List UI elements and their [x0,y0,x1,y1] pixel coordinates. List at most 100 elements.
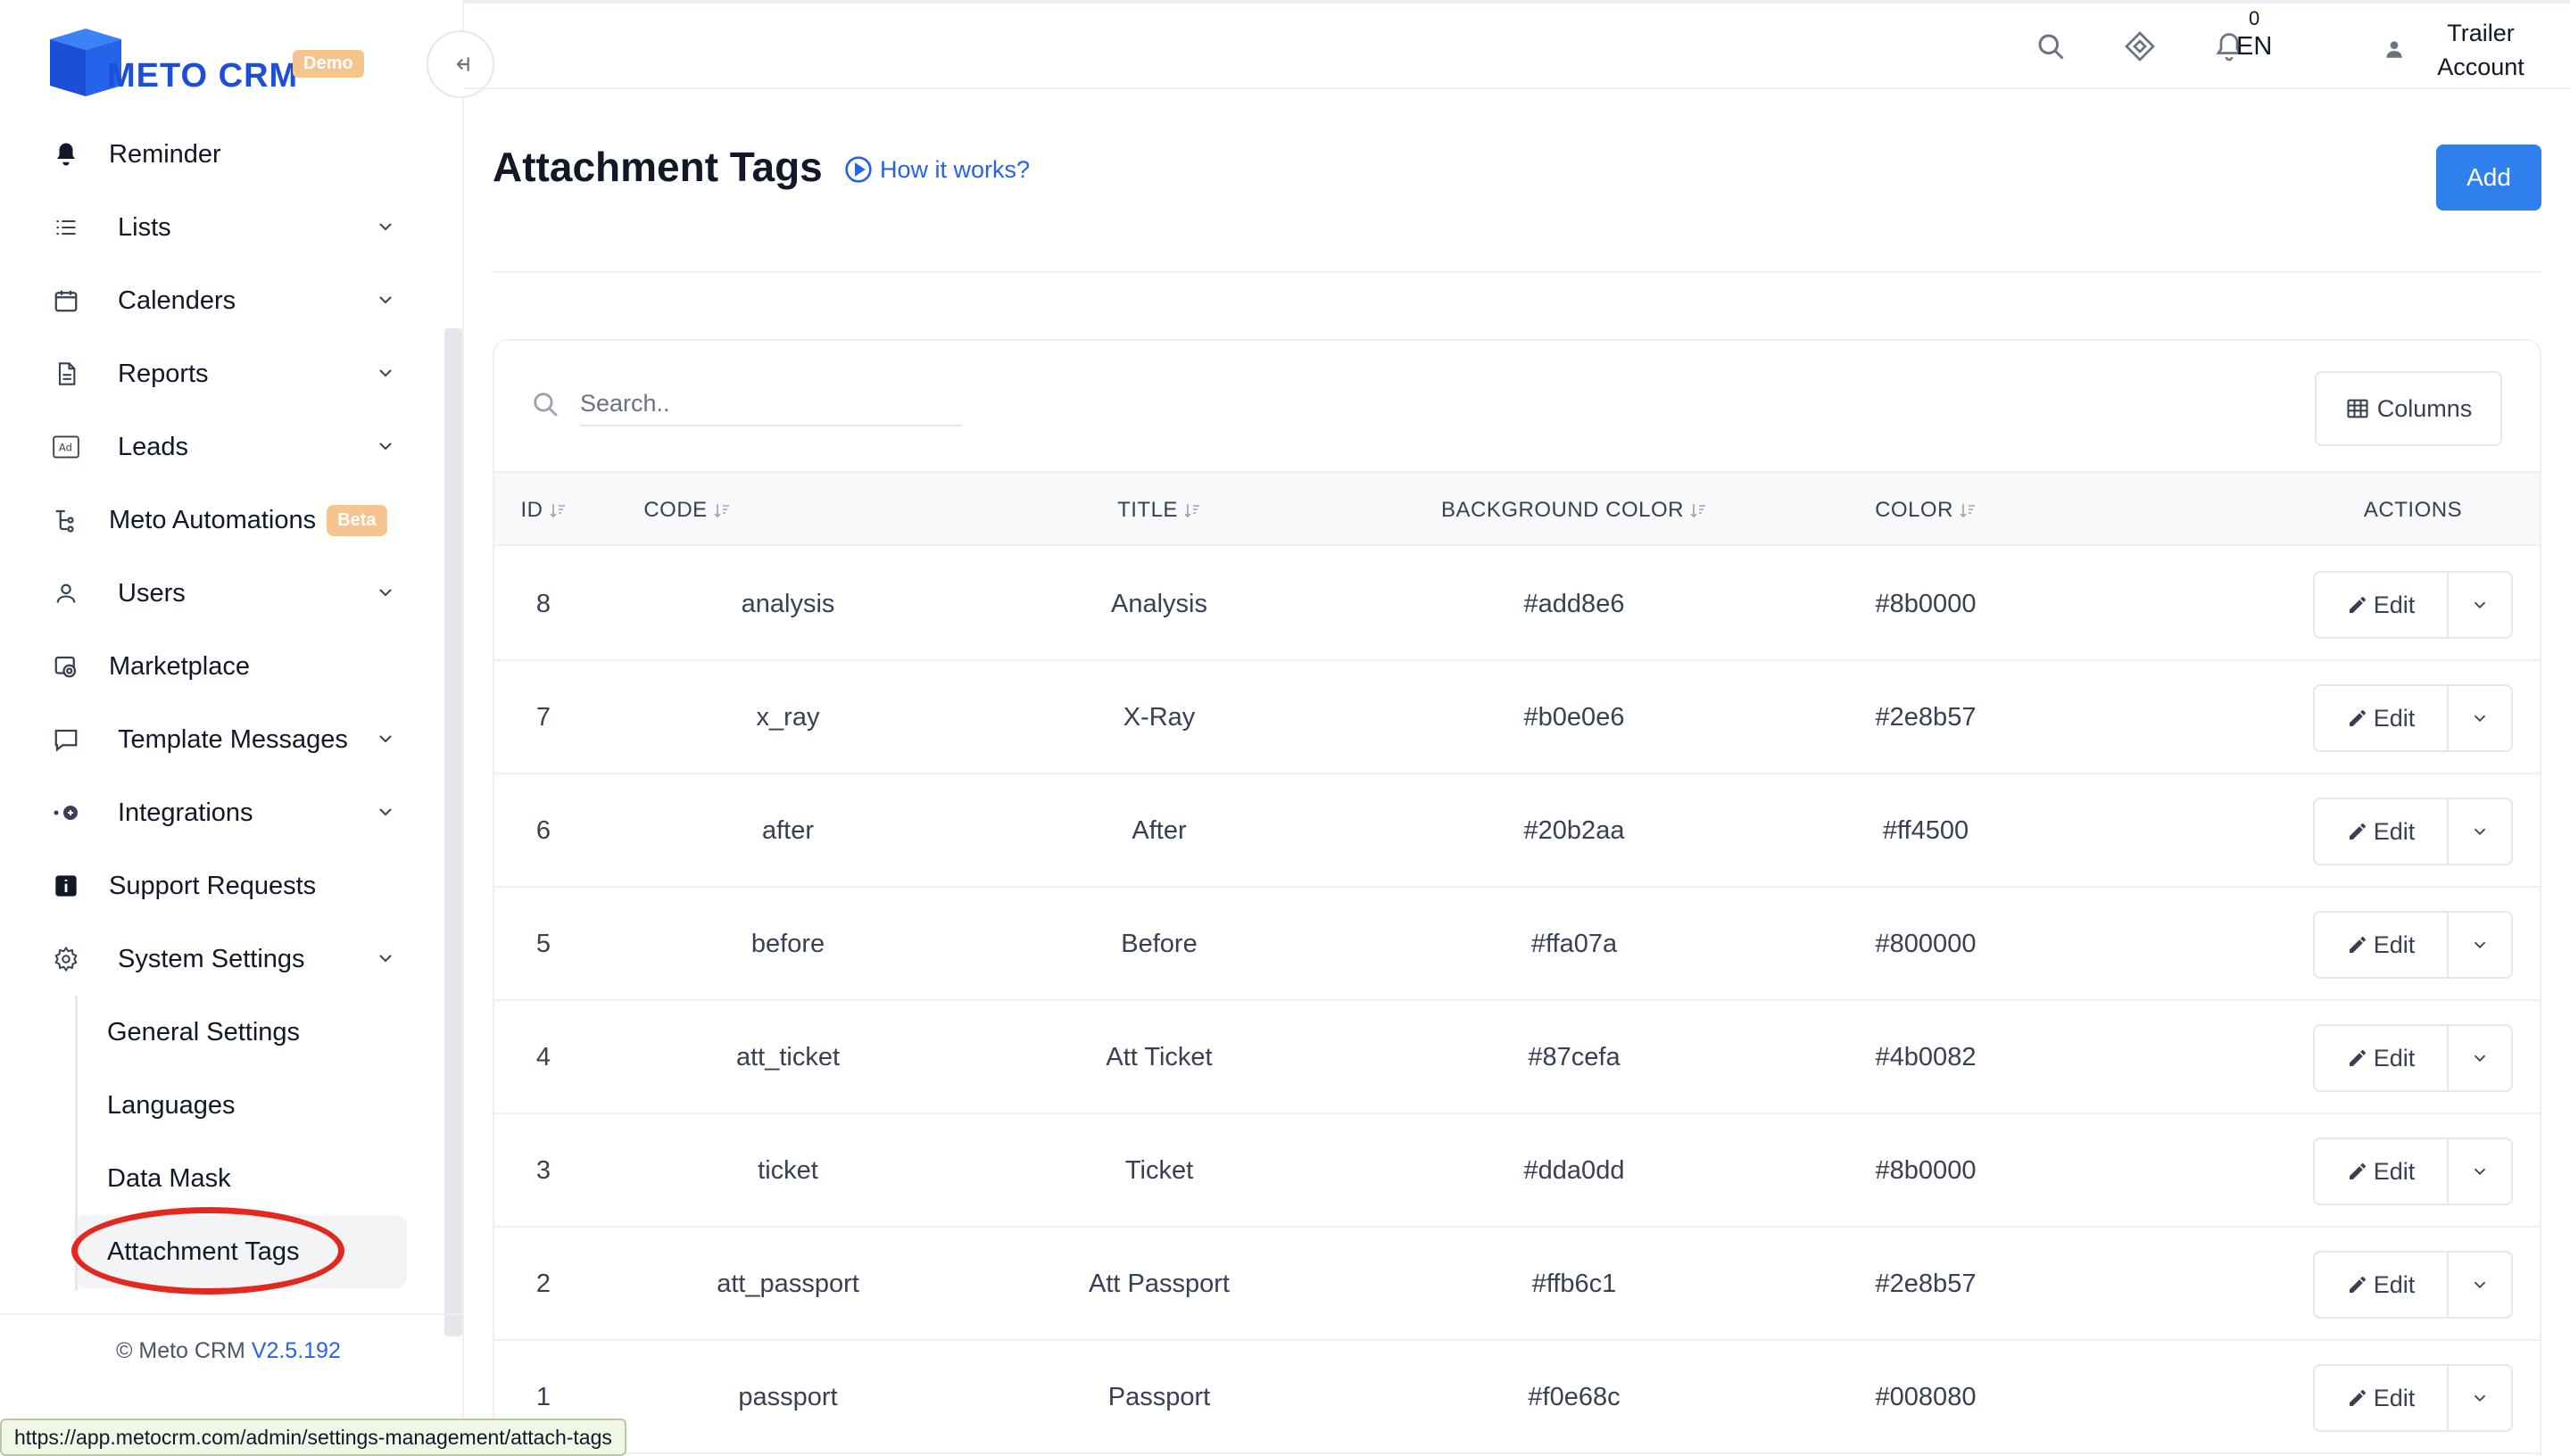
sidebar-item-meto-automations[interactable]: Meto Automations Beta [32,484,407,557]
sidebar-item-reminder[interactable]: Reminder [32,118,407,191]
chevron-down-icon [2474,1394,2486,1402]
language-selector[interactable]: EN [2236,32,2272,62]
row-menu-dropdown[interactable] [2449,686,2511,750]
row-menu-dropdown[interactable] [2449,913,2511,977]
chevron-down-icon [2474,1055,2486,1063]
sort-icon [1690,504,1706,518]
chevron-down-icon [379,296,392,304]
cell-color: #2e8b57 [1875,1270,1977,1298]
columns-button[interactable]: Columns [2315,371,2502,446]
beta-badge: Beta [327,504,387,536]
sidebar-item-marketplace[interactable]: Marketplace [32,630,407,703]
edit-button[interactable]: Edit [2315,1139,2449,1204]
cell-id: 7 [535,703,551,732]
edit-label: Edit [2373,1157,2416,1185]
cell-background-color: #ffb6c1 [1531,1270,1617,1298]
edit-button[interactable]: Edit [2315,913,2449,977]
edit-label: Edit [2373,1270,2416,1298]
cell-title: After [1132,816,1187,845]
sidebar-item-users[interactable]: Users [32,557,407,630]
cell-title: Before [1121,930,1198,958]
edit-button[interactable]: Edit [2315,799,2449,864]
cell-background-color: #add8e6 [1523,590,1625,618]
sidebar-item-reports[interactable]: Reports [32,337,407,410]
column-header-code[interactable]: CODE [593,473,782,548]
pencil-icon [2349,710,2366,726]
sidebar-item-languages[interactable]: Languages [32,1069,407,1142]
version-link[interactable]: V2.5.192 [252,1338,341,1363]
user-menu[interactable]: Trailer Account [2409,16,2552,84]
sidebar-item-label: Marketplace [109,651,250,681]
sort-icon [714,504,729,518]
edit-button[interactable]: Edit [2315,573,2449,637]
row-menu-dropdown[interactable] [2449,799,2511,864]
row-actions: Edit [2313,1138,2513,1205]
cell-color: #2e8b57 [1875,703,1977,732]
search-icon[interactable] [2035,30,2067,62]
sidebar-item-label: Calenders [118,285,236,315]
search-input[interactable] [580,382,962,426]
cell-code: ticket [758,1156,818,1185]
row-menu-dropdown[interactable] [2449,1026,2511,1090]
table-row: 6 after After #20b2aa #ff4500 Edit [494,774,2540,888]
table-row: 1 passport Passport #f0e68c #008080 Edit [494,1341,2540,1454]
chevron-down-icon [2474,941,2486,949]
cell-code: analysis [741,590,835,618]
cell-code: att_passport [717,1270,859,1298]
version-info: © Meto CRM V2.5.192 [116,1338,341,1364]
sidebar-item-leads[interactable]: Ad Leads [32,410,407,484]
pencil-icon [2349,597,2366,613]
sidebar-item-template-messages[interactable]: Template Messages [32,703,407,776]
pencil-icon [2349,937,2366,953]
sidebar-item-system-settings[interactable]: System Settings [32,922,407,996]
cell-id: 3 [535,1156,551,1185]
how-it-works-label: How it works? [880,155,1031,183]
sidebar-item-lists[interactable]: Lists [32,191,407,264]
table-header: ID CODE TITLE BACKGROUND COLOR COLOR ACT… [494,471,2540,548]
sidebar-item-integrations[interactable]: Integrations [32,776,407,849]
calendar-icon [50,285,82,317]
row-menu-dropdown[interactable] [2449,1253,2511,1317]
cell-background-color: #f0e68c [1528,1383,1621,1411]
sidebar-scrollbar[interactable] [444,328,462,1336]
edit-button[interactable]: Edit [2315,686,2449,750]
diamond-icon[interactable] [2124,30,2156,62]
sidebar-item-general-settings[interactable]: General Settings [32,996,407,1069]
column-header-title[interactable]: TITLE [1048,473,1271,548]
cell-color: #800000 [1875,930,1977,958]
brand-name: METO CRM [107,57,299,95]
demo-badge: Demo [293,50,364,78]
cell-color: #4b0082 [1875,1043,1977,1071]
table-grid-icon [2347,399,2368,418]
column-header-actions: ACTIONS [2363,498,2463,522]
pencil-icon [2349,1050,2366,1066]
how-it-works-link[interactable]: How it works? [844,155,1030,184]
sidebar-item-label: Integrations [118,798,253,827]
sidebar-item-calenders[interactable]: Calenders [32,264,407,337]
sidebar-item-data-mask[interactable]: Data Mask [32,1142,407,1215]
pencil-icon [2349,1277,2366,1293]
sidebar-item-label: Users [118,578,186,608]
row-actions: Edit [2313,571,2513,639]
row-menu-dropdown[interactable] [2449,1139,2511,1204]
edit-button[interactable]: Edit [2315,1366,2449,1430]
sidebar-item-support-requests[interactable]: Support Requests [32,849,407,922]
list-icon [50,211,82,244]
column-header-color[interactable]: COLOR [1819,473,2033,548]
brand-logo[interactable]: METO CRM Demo [46,23,368,103]
sort-icon [1960,504,1975,518]
cell-color: #8b0000 [1875,590,1977,618]
edit-button[interactable]: Edit [2315,1026,2449,1090]
sidebar-item-label: Support Requests [109,871,317,900]
table-row: 5 before Before #ffa07a #800000 Edit [494,888,2540,1001]
row-menu-dropdown[interactable] [2449,1366,2511,1430]
column-header-id[interactable]: ID [494,473,593,548]
sidebar-item-label: General Settings [107,1017,301,1046]
pencil-icon [2349,1163,2366,1179]
marketplace-icon [50,650,82,682]
column-header-background-color[interactable]: BACKGROUND COLOR [1414,473,1735,548]
row-actions: Edit [2313,684,2513,752]
row-menu-dropdown[interactable] [2449,573,2511,637]
add-button[interactable]: Add [2436,145,2541,211]
edit-button[interactable]: Edit [2315,1253,2449,1317]
